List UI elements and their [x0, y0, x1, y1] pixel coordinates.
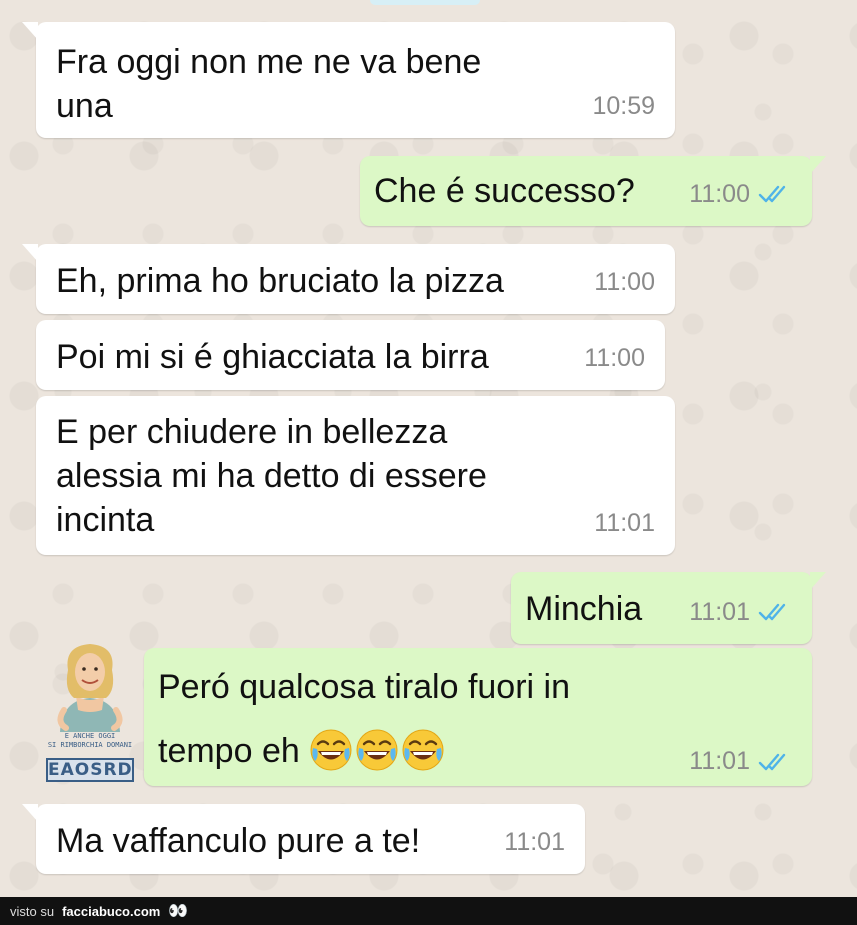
- message-meta: 11:00: [584, 336, 645, 380]
- message-meta: 11:00: [689, 172, 792, 216]
- message-time: 11:01: [689, 747, 750, 775]
- read-receipt-icon: [758, 183, 792, 205]
- footer-prefix: visto su: [10, 903, 55, 919]
- message-incoming[interactable]: Ma vaffanculo pure a te! 11:01: [22, 804, 585, 874]
- message-time: 11:00: [594, 268, 655, 296]
- watermark-brand: EAOSRD: [46, 758, 134, 782]
- woman-illustration: [57, 644, 123, 732]
- watermark-caption-line: SI RIMBORCHIA DOMANI: [47, 741, 133, 749]
- watermark-logo: E ANCHE OGGI SI RIMBORCHIA DOMANI EAOSRD: [46, 640, 134, 782]
- previous-message-edge: [370, 0, 480, 5]
- message-time: 11:01: [504, 828, 565, 856]
- message-meta: 11:00: [594, 260, 655, 304]
- message-outgoing[interactable]: Peró qualcosa tiralo fuori in tempo eh 1…: [144, 648, 812, 786]
- chat-background: Fra oggi non me ne va bene una 10:59 Che…: [0, 0, 857, 897]
- face-with-tears-of-joy-icon: [401, 728, 445, 772]
- message-text: Fra oggi non me ne va bene una: [56, 43, 482, 125]
- message-time: 11:00: [689, 180, 750, 208]
- message-time: 11:00: [584, 344, 645, 372]
- message-text: E per chiudere in bellezza alessia mi ha…: [56, 413, 487, 539]
- message-incoming[interactable]: Fra oggi non me ne va bene una 10:59: [22, 22, 675, 138]
- read-receipt-icon: [758, 751, 792, 773]
- message-text-line: Peró qualcosa tiralo fuori in: [158, 668, 571, 706]
- message-incoming[interactable]: Eh, prima ho bruciato la pizza 11:00: [22, 244, 675, 314]
- message-incoming[interactable]: Poi mi si é ghiacciata la birra 11:00: [36, 320, 665, 390]
- message-meta: 11:01: [594, 501, 655, 545]
- message-text-line: tempo eh: [158, 728, 447, 772]
- message-time: 11:01: [689, 598, 750, 626]
- message-incoming[interactable]: E per chiudere in bellezza alessia mi ha…: [36, 396, 675, 555]
- message-outgoing[interactable]: Minchia 11:01: [511, 572, 826, 644]
- footer-site-link[interactable]: facciabuco.com: [62, 904, 160, 919]
- message-meta: 11:01: [504, 820, 565, 864]
- message-outgoing[interactable]: Che é successo? 11:00: [360, 156, 826, 226]
- message-meta: 10:59: [592, 84, 655, 128]
- watermark-caption-line: E ANCHE OGGI: [64, 732, 116, 740]
- read-receipt-icon: [758, 601, 792, 623]
- message-time: 10:59: [592, 92, 655, 120]
- message-meta: 11:01: [689, 590, 792, 634]
- footer-bar: visto su facciabuco.com 👀: [0, 897, 857, 925]
- watermark-caption: E ANCHE OGGI SI RIMBORCHIA DOMANI: [46, 732, 134, 750]
- face-with-tears-of-joy-icon: [355, 728, 399, 772]
- message-text: tempo eh: [158, 732, 300, 770]
- message-text: Poi mi si é ghiacciata la birra: [56, 338, 489, 376]
- message-meta: 11:01: [689, 747, 792, 776]
- face-with-tears-of-joy-icon: [309, 728, 353, 772]
- message-time: 11:01: [594, 509, 655, 537]
- eyes-icon: 👀: [168, 903, 188, 920]
- message-text: Eh, prima ho bruciato la pizza: [56, 262, 504, 300]
